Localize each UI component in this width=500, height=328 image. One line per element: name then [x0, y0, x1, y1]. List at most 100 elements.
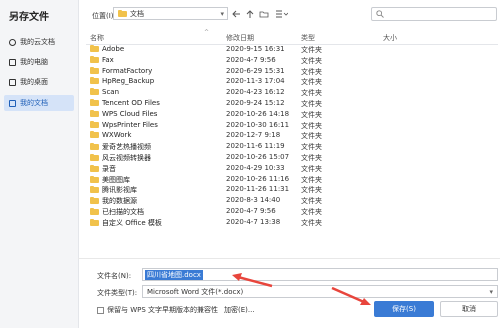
- sidebar-item-documents[interactable]: 我的文档: [4, 95, 74, 111]
- table-row[interactable]: 爱奇艺热播视频 2020-11-6 11:19 文件夹: [86, 141, 498, 152]
- table-row[interactable]: 美图图库 2020-10-26 11:16 文件夹: [86, 174, 498, 185]
- file-type: 文件夹: [301, 89, 322, 98]
- file-type: 文件夹: [301, 78, 322, 87]
- file-date: 2020-10-30 16:11: [226, 120, 290, 129]
- view-toggle-button[interactable]: [274, 8, 288, 20]
- save-button[interactable]: 保存(S): [374, 301, 434, 317]
- file-name-cell: WPS Cloud Files: [90, 109, 157, 118]
- file-type: 文件夹: [301, 67, 322, 76]
- compat-checkbox[interactable]: 保留与 WPS 文字早期版本的兼容性: [97, 305, 218, 315]
- table-row[interactable]: Tencent OD Files 2020-9-24 15:12 文件夹: [86, 98, 498, 109]
- new-folder-button[interactable]: [259, 8, 269, 20]
- folder-icon: [90, 109, 99, 117]
- file-date: 2020-10-26 11:16: [226, 174, 290, 183]
- sidebar-item-computer[interactable]: 我的电脑: [4, 54, 74, 70]
- folder-icon: [118, 9, 127, 17]
- file-date: 2020-4-29 10:33: [226, 163, 285, 172]
- location-value: 文档: [130, 9, 144, 18]
- file-name-cell: 录音: [90, 164, 116, 174]
- column-date[interactable]: 修改日期: [226, 33, 254, 43]
- file-name: Adobe: [102, 45, 125, 53]
- sort-caret-icon: ^: [204, 29, 210, 36]
- file-date: 2020-4-7 9:56: [226, 55, 276, 64]
- file-name: 风云视频转换器: [102, 154, 151, 162]
- location-dropdown[interactable]: 文档 ▾: [113, 7, 228, 20]
- folder-icon: [90, 45, 99, 52]
- file-date: 2020-12-7 9:18: [226, 131, 281, 140]
- file-date: 2020-4-23 16:12: [226, 88, 285, 97]
- folder-icon: [90, 66, 99, 74]
- main-panel: 位置(I): 文档 ▾ 名称 ^ 修改日期 类型 大小 Adobe 2020-9-…: [78, 0, 500, 328]
- file-type: 文件夹: [301, 110, 322, 119]
- file-name-cell: WpsPrinter Files: [90, 120, 158, 129]
- file-date: 2020-10-26 15:07: [226, 153, 290, 161]
- file-name: 腾讯影视库: [102, 186, 137, 195]
- folder-icon: [90, 120, 99, 128]
- file-name-cell: FormatFactory: [90, 66, 152, 75]
- table-row[interactable]: 已扫描的文档 2020-4-7 9:56 文件夹: [86, 206, 498, 217]
- file-name: 爱奇艺热播视频: [102, 143, 151, 152]
- file-date: 2020-11-26 11:31: [226, 185, 290, 194]
- cloud-doc-icon: [9, 38, 16, 46]
- table-row[interactable]: FormatFactory 2020-6-29 15:31 文件夹: [86, 66, 498, 77]
- file-name: WXWork: [102, 131, 132, 140]
- column-type[interactable]: 类型: [301, 33, 315, 43]
- folder-icon: [90, 55, 99, 63]
- folder-icon: [90, 197, 99, 205]
- arrow-left-icon: [231, 10, 240, 18]
- file-type: 文件夹: [301, 143, 322, 152]
- file-type: 文件夹: [301, 132, 322, 141]
- search-icon: [376, 10, 384, 18]
- folder-icon: [90, 143, 99, 151]
- dialog-title: 另存文件: [9, 12, 49, 23]
- file-date: 2020-8-3 14:40: [226, 196, 281, 205]
- table-row[interactable]: WpsPrinter Files 2020-10-30 16:11 文件夹: [86, 120, 498, 131]
- file-type: 文件夹: [301, 175, 322, 184]
- table-row[interactable]: WXWork 2020-12-7 9:18 文件夹: [86, 130, 498, 141]
- table-row[interactable]: WPS Cloud Files 2020-10-26 14:18 文件夹: [86, 109, 498, 120]
- file-name-cell: Adobe: [90, 45, 124, 53]
- file-date: 2020-9-15 16:31: [226, 45, 285, 53]
- filename-input[interactable]: 四川省地图.docx: [142, 268, 498, 281]
- file-type: 文件夹: [301, 197, 322, 206]
- table-row[interactable]: 我的数据源 2020-8-3 14:40 文件夹: [86, 195, 498, 206]
- table-row[interactable]: HpReg_Backup 2020-11-3 17:04 文件夹: [86, 76, 498, 87]
- computer-icon: [9, 58, 16, 66]
- folder-icon: [90, 208, 99, 215]
- file-name: 自定义 Office 模板: [102, 218, 162, 227]
- file-name: 美图图库: [102, 175, 130, 184]
- sidebar-item-cloud-docs[interactable]: 我的云文档: [4, 34, 74, 50]
- file-name-cell: Fax: [90, 55, 114, 64]
- new-folder-icon: [259, 11, 269, 18]
- folder-icon: [90, 99, 99, 106]
- encrypt-link[interactable]: 加密(E)...: [224, 305, 255, 315]
- file-name-cell: 爱奇艺热播视频: [90, 142, 151, 152]
- desktop-icon: [9, 78, 16, 86]
- table-row[interactable]: 录音 2020-4-29 10:33 文件夹: [86, 163, 498, 174]
- file-name-cell: 已扫描的文档: [90, 207, 144, 217]
- sidebar-item-desktop[interactable]: 我的桌面: [4, 74, 74, 90]
- file-name: Fax: [102, 55, 114, 64]
- up-button[interactable]: [245, 8, 255, 20]
- table-row[interactable]: Adobe 2020-9-15 16:31 文件夹: [86, 44, 498, 55]
- file-name-cell: 腾讯影视库: [90, 185, 137, 195]
- file-type: 文件夹: [301, 186, 322, 195]
- cancel-button[interactable]: 取消: [440, 301, 498, 317]
- folder-icon: [90, 88, 99, 96]
- column-name[interactable]: 名称: [90, 33, 104, 43]
- filename-value: 四川省地图.docx: [145, 269, 203, 280]
- checkbox-box[interactable]: [97, 306, 104, 314]
- search-input[interactable]: [371, 7, 497, 21]
- table-row[interactable]: Scan 2020-4-23 16:12 文件夹: [86, 87, 498, 98]
- table-row[interactable]: 自定义 Office 模板 2020-4-7 13:38 文件夹: [86, 217, 498, 228]
- table-row[interactable]: Fax 2020-4-7 9:56 文件夹: [86, 55, 498, 66]
- back-button[interactable]: [231, 8, 241, 20]
- file-type: 文件夹: [301, 46, 322, 54]
- filetype-select[interactable]: Microsoft Word 文件(*.docx) ▾: [142, 285, 498, 298]
- table-row[interactable]: 风云视频转换器 2020-10-26 15:07 文件夹: [86, 152, 498, 163]
- table-row[interactable]: 腾讯影视库 2020-11-26 11:31 文件夹: [86, 184, 498, 195]
- sidebar-item-label: 我的云文档: [20, 38, 55, 46]
- sidebar-item-label: 我的文档: [20, 99, 48, 107]
- column-size[interactable]: 大小: [383, 33, 397, 43]
- file-name: 我的数据源: [102, 197, 137, 206]
